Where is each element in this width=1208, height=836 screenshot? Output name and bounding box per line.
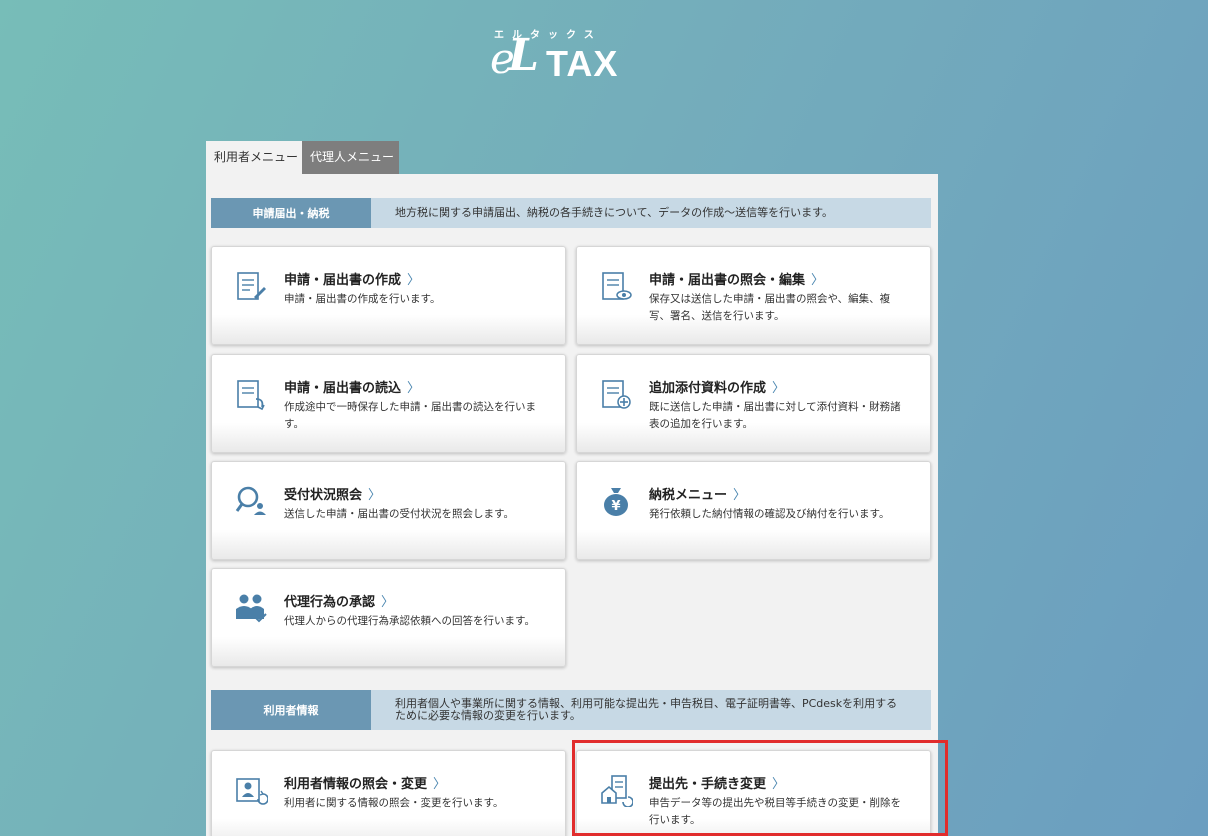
tab-user-menu[interactable]: 利用者メニュー (206, 141, 302, 174)
card-title: 申請・届出書の照会・編集〉 (649, 273, 825, 288)
search-person-icon (234, 484, 268, 518)
tab-agent-menu[interactable]: 代理人メニュー (302, 141, 399, 174)
menu-panel: 申請届出・納税 地方税に関する申請届出、納税の各手続きについて、データの作成～送… (206, 174, 938, 836)
document-edit-icon (234, 269, 268, 303)
card-description: 送信した申請・届出書の受付状況を照会します。 (284, 508, 514, 520)
card-view-edit-application[interactable]: 申請・届出書の照会・編集〉 保存又は送信した申請・届出書の照会や、編集、複写、署… (576, 246, 931, 345)
card-user-info[interactable]: 利用者情報の照会・変更〉 利用者に関する情報の照会・変更を行います。 (211, 750, 566, 836)
card-description: 申請・届出書の作成を行います。 (284, 293, 441, 305)
card-title: 利用者情報の照会・変更〉 (284, 777, 447, 792)
card-description: 既に送信した申請・届出書に対して添付資料・財務諸表の追加を行います。 (649, 401, 901, 430)
card-create-application[interactable]: 申請・届出書の作成〉 申請・届出書の作成を行います。 (211, 246, 566, 345)
document-load-icon (234, 377, 268, 411)
logo-l: L (508, 30, 539, 81)
card-title: 申請・届出書の読込〉 (284, 381, 421, 396)
menu-tabs: 利用者メニュー 代理人メニュー (206, 141, 399, 174)
card-description: 利用者に関する情報の照会・変更を行います。 (284, 797, 504, 809)
card-description: 申告データ等の提出先や税目等手続きの変更・削除を行います。 (649, 797, 901, 826)
section-description: 利用者個人や事業所に関する情報、利用可能な提出先・申告税目、電子証明書等、PCd… (371, 690, 931, 730)
section-header-user-info: 利用者情報 利用者個人や事業所に関する情報、利用可能な提出先・申告税目、電子証明… (211, 690, 931, 730)
card-description: 作成途中で一時保存した申請・届出書の読込を行います。 (284, 401, 536, 430)
yen-bag-icon: ¥ (599, 484, 633, 518)
section-header-application: 申請届出・納税 地方税に関する申請届出、納税の各手続きについて、データの作成～送… (211, 198, 931, 228)
card-title: 申請・届出書の作成〉 (284, 273, 421, 288)
card-reception-status[interactable]: 受付状況照会〉 送信した申請・届出書の受付状況を照会します。 (211, 461, 566, 560)
card-tax-payment-menu[interactable]: ¥ 納税メニュー〉 発行依頼した納付情報の確認及び納付を行います。 (576, 461, 931, 560)
logo-tax: TAX (546, 43, 619, 84)
card-load-application[interactable]: 申請・届出書の読込〉 作成途中で一時保存した申請・届出書の読込を行います。 (211, 354, 566, 453)
card-title: 受付状況照会〉 (284, 488, 382, 503)
card-title: 代理行為の承認〉 (284, 595, 395, 610)
card-description: 保存又は送信した申請・届出書の照会や、編集、複写、署名、送信を行います。 (649, 293, 891, 322)
card-description: 代理人からの代理行為承認依頼への回答を行います。 (284, 615, 535, 627)
card-additional-attachments[interactable]: 追加添付資料の作成〉 既に送信した申請・届出書に対して添付資料・財務諸表の追加を… (576, 354, 931, 453)
card-title: 追加添付資料の作成〉 (649, 381, 786, 396)
section-label: 利用者情報 (211, 690, 371, 730)
svg-text:¥: ¥ (611, 499, 620, 514)
document-view-icon (599, 269, 633, 303)
building-refresh-icon (599, 773, 634, 808)
user-info-icon (234, 773, 269, 807)
section-description: 地方税に関する申請届出、納税の各手続きについて、データの作成～送信等を行います。 (371, 198, 931, 228)
section-label: 申請届出・納税 (211, 198, 371, 228)
card-title: 提出先・手続き変更〉 (649, 777, 786, 792)
eltax-logo: エルタックス e L TAX (490, 26, 640, 86)
card-description: 発行依頼した納付情報の確認及び納付を行います。 (649, 508, 890, 520)
document-add-icon (599, 377, 633, 411)
card-title: 納税メニュー〉 (649, 488, 747, 503)
card-proxy-approval[interactable]: 代理行為の承認〉 代理人からの代理行為承認依頼への回答を行います。 (211, 568, 566, 667)
card-submission-change[interactable]: 提出先・手続き変更〉 申告データ等の提出先や税目等手続きの変更・削除を行います。 (576, 750, 931, 836)
people-check-icon (234, 591, 268, 625)
